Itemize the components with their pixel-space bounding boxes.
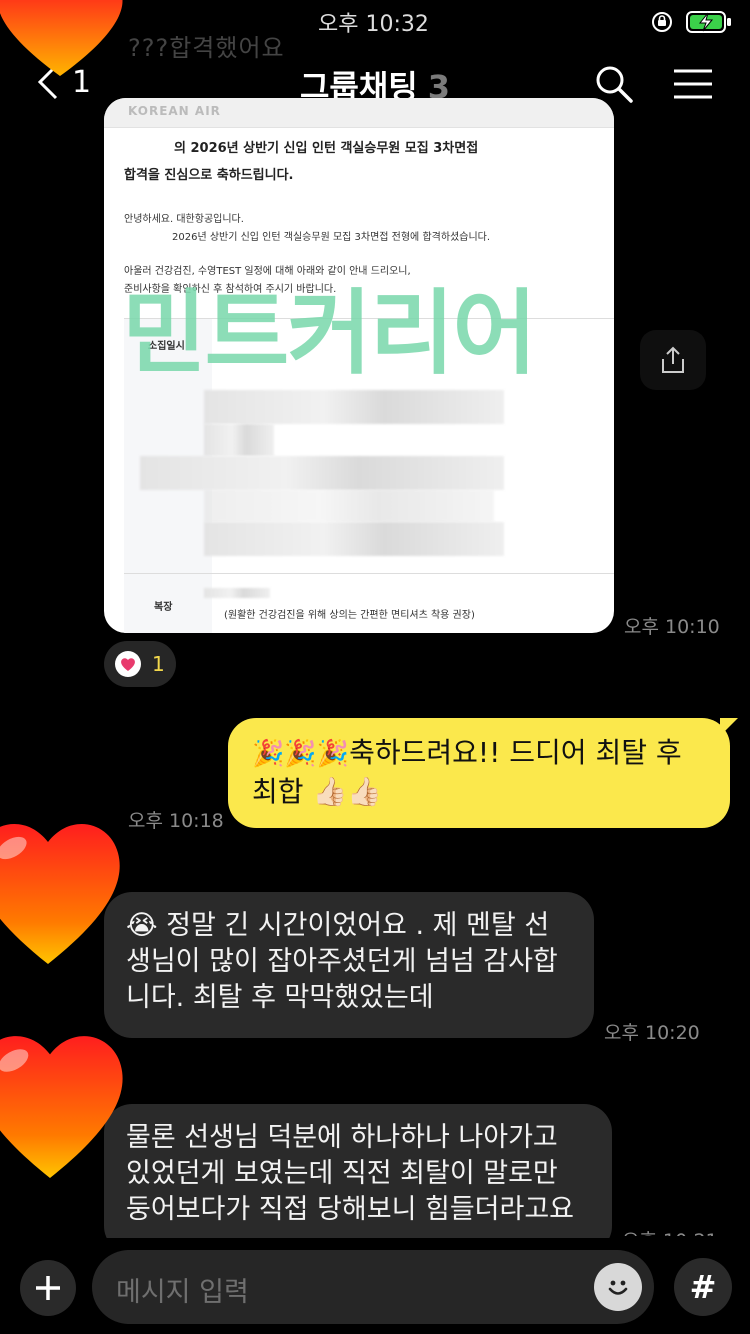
party-popper-icon: 🎉🎉🎉	[252, 739, 350, 769]
received-message-bubble[interactable]: 😭 정말 긴 시간이었어요 . 제 멘탈 선 생님이 많이 잡아주셨던게 넘넘 …	[104, 892, 594, 1038]
heart-emoji-icon	[0, 1036, 123, 1178]
message-time: 오후 10:18	[128, 810, 224, 832]
rotation-lock-icon	[650, 10, 674, 34]
doc-divider	[124, 573, 614, 574]
message-composer: 메시지 입력 #	[0, 1238, 750, 1334]
message-text: 정말 긴 시간이었어요 . 제 멘탈 선	[166, 910, 550, 941]
search-icon	[596, 66, 633, 103]
hamburger-menu-icon	[674, 69, 712, 99]
watermark: 민트커리어	[122, 280, 537, 387]
heart-emoji-icon	[0, 824, 120, 964]
airline-logo: KOREAN AIR	[128, 104, 221, 118]
menu-button[interactable]	[672, 68, 714, 104]
redacted-name	[128, 1064, 542, 1108]
plus-icon	[36, 1276, 60, 1300]
doc-greeting: 안녕하세요. 대한항공입니다.	[124, 214, 244, 225]
doc-note: (원활한 건강검진을 위해 상의는 간편한 면티셔츠 착용 권장)	[224, 610, 475, 621]
redacted-name	[128, 850, 534, 894]
emoticon-button[interactable]	[594, 1263, 642, 1311]
shared-image-message[interactable]: KOREAN AIR 의 2026년 상반기 신입 인턴 객실승무원 모집 3차…	[104, 98, 614, 633]
doc-heading2: 합격을 진심으로 축하드립니다.	[124, 168, 294, 183]
heart-reaction-icon	[115, 651, 141, 677]
message-text: 생님이 많이 잡아주셨던게 넘넘 감사합	[126, 946, 558, 977]
status-icons	[650, 10, 732, 34]
message-time: 오후 10:10	[624, 616, 720, 638]
heart-emoji-icon	[0, 0, 123, 76]
message-time: 오후 10:21	[622, 1226, 718, 1236]
blurred-content	[204, 588, 270, 598]
blurred-content	[204, 390, 504, 424]
blurred-content	[204, 424, 274, 456]
reaction-badge[interactable]: 1	[104, 641, 176, 687]
message-text: 물론 선생님 덕분에 하나하나 나아가고	[126, 1122, 558, 1153]
input-placeholder: 메시지 입력	[116, 1277, 249, 1308]
attach-button[interactable]	[20, 1260, 76, 1316]
status-time: 오후 10:32	[318, 12, 429, 37]
battery-charging-icon	[686, 10, 732, 34]
doc-bokjang-label: 복장	[154, 602, 173, 613]
blurred-content	[140, 456, 504, 490]
doc-result-line: 2026년 상반기 신입 인턴 객실승무원 모집 3차면접 전형에 합격하셨습니…	[172, 232, 491, 243]
message-text: 최합	[252, 775, 304, 808]
reaction-count: 1	[152, 652, 165, 676]
message-input[interactable]: 메시지 입력	[92, 1250, 654, 1324]
crying-face-icon: 😭	[126, 910, 158, 941]
message-text: 축하드려요!! 드디어 최탈 후	[349, 736, 682, 769]
message-time: 오후 10:20	[604, 1022, 700, 1044]
acceptance-document: 의 2026년 상반기 신입 인턴 객실승무원 모집 3차면접 합격을 진심으로…	[124, 138, 604, 299]
blurred-content	[204, 490, 494, 522]
share-icon	[662, 346, 684, 373]
doc-heading: 의 2026년 상반기 신입 인턴 객실승무원 모집 3차면접	[174, 141, 479, 156]
share-button[interactable]	[640, 330, 706, 390]
message-text: 있었던게 보였는데 직전 최탈이 말로만	[126, 1158, 558, 1189]
thumbs-up-icon: 👍🏻👍🏻	[312, 775, 383, 808]
hashtag-button[interactable]: #	[674, 1258, 732, 1316]
smiley-icon	[608, 1280, 628, 1295]
doc-info-line: 아울러 건강검진, 수영TEST 일정에 대해 아래와 같이 안내 드리오니,	[124, 266, 411, 277]
message-text: 니다. 최탈 후 막막했었는데	[126, 982, 434, 1013]
received-message-bubble[interactable]: 물론 선생님 덕분에 하나하나 나아가고 있었던게 보였는데 직전 최탈이 말로…	[104, 1104, 612, 1254]
blurred-content	[204, 522, 504, 556]
my-message-bubble[interactable]: 🎉🎉🎉축하드려요!! 드디어 최탈 후 최합 👍🏻👍🏻	[228, 718, 738, 828]
message-text: 둥어보다가 직접 당해보니 힘들더라고요	[126, 1194, 575, 1225]
